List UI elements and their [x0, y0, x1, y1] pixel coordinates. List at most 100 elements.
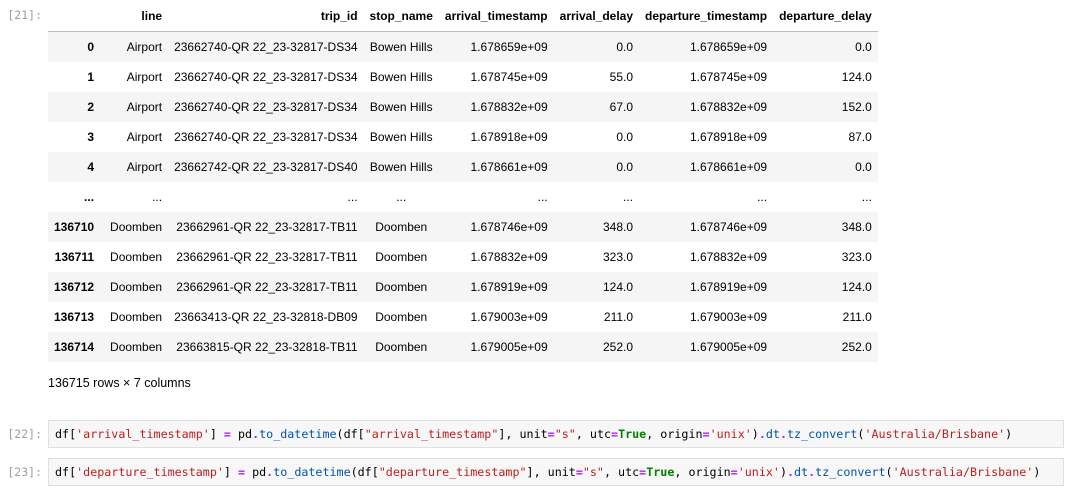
input-prompt-23: [23]: — [7, 465, 42, 479]
column-header-trip-id: trip_id — [168, 0, 364, 32]
row-index: 0 — [87, 40, 95, 54]
index-header — [48, 0, 105, 32]
code-token: , utc — [603, 465, 640, 479]
cell-arr-ts: ... — [537, 190, 548, 204]
code-token: = — [611, 427, 619, 441]
cell-arr-ts: 1.678745e+09 — [470, 70, 548, 84]
cell-dep-delay: 0.0 — [855, 40, 872, 54]
code-token: ) — [1033, 465, 1041, 479]
column-header-line: line — [104, 0, 169, 32]
cell-dep-delay: 124.0 — [841, 280, 872, 294]
code-cell-23[interactable]: df['departure_timestamp'] = pd. to_dateti… — [48, 458, 1064, 486]
cell-arr-delay: 124.0 — [603, 280, 634, 294]
cell-arr-ts: 1.678659e+09 — [470, 40, 548, 54]
column-header-arrival-delay: arrival_delay — [553, 0, 640, 32]
cell-stop-name: Doomben — [375, 310, 428, 324]
cell-trip-id: 23662961-QR 22_23-32817-TB11 — [176, 220, 358, 234]
cell-arr-delay: 0.0 — [616, 130, 634, 144]
table-row: 136711 Doomben 23662961-QR 22_23-32817-TB1… — [48, 242, 878, 272]
row-index: 136713 — [54, 310, 95, 324]
row-index: 136711 — [54, 250, 95, 264]
dataframe-shape: 136715 rows × 7 columns — [48, 376, 191, 390]
table-row: 3 Airport 23662740-QR 22_23-32817-DS34 Bowe… — [48, 122, 878, 152]
code-cell-22[interactable]: df['arrival_timestamp'] = pd. to_datetime… — [48, 420, 1064, 448]
code-token: ) — [1005, 427, 1013, 441]
code-token: 'unix' — [737, 465, 780, 479]
cell-dep-ts: 1.679003e+09 — [689, 310, 768, 324]
table-row: 2 Airport 23662740-QR 22_23-32817-DS34 Bowe… — [48, 92, 878, 122]
code-token: (df[ — [350, 465, 379, 479]
code-token: ] — [223, 465, 238, 479]
cell-line: ... — [152, 190, 163, 204]
code-token: ) — [751, 427, 759, 441]
cell-dep-delay: 0.0 — [855, 160, 872, 174]
cell-line: Doomben — [110, 250, 163, 264]
cell-line: Doomben — [110, 220, 163, 234]
code-token: dt — [794, 465, 809, 479]
cell-dep-ts: 1.678661e+09 — [689, 160, 768, 174]
cell-stop-name: Doomben — [375, 340, 428, 354]
output-prompt-21: [21]: — [7, 8, 42, 22]
table-row: 136713 Doomben 23663413-QR 22_23-32818-DB0… — [48, 302, 878, 332]
cell-dep-delay: 323.0 — [841, 250, 872, 264]
code-token: = — [223, 427, 231, 441]
cell-trip-id: 23662740-QR 22_23-32817-DS34 — [174, 100, 358, 114]
cell-dep-delay: 211.0 — [842, 310, 872, 324]
cell-line: Airport — [126, 130, 163, 144]
code-token: pd — [230, 427, 253, 441]
code-token: ], unit — [498, 427, 548, 441]
column-header-stop-name: stop_name — [363, 0, 439, 32]
cell-trip-id: 23662961-QR 22_23-32817-TB11 — [176, 250, 358, 264]
code-token: = — [547, 427, 555, 441]
dataframe-output: line trip_id stop_name arrival_timestamp… — [48, 0, 878, 362]
cell-dep-delay: 348.0 — [841, 220, 872, 234]
cell-arr-delay: 0.0 — [616, 160, 634, 174]
cell-dep-ts: 1.678919e+09 — [689, 280, 768, 294]
cell-line: Airport — [126, 160, 163, 174]
code-token: ], unit — [526, 465, 576, 479]
cell-dep-delay: 252.0 — [841, 340, 872, 354]
code-token: ( — [885, 465, 893, 479]
code-token: df[ — [55, 465, 77, 479]
code-token: 'Australia/Brisbane' — [864, 427, 1006, 441]
code-token: "s" — [582, 465, 604, 479]
code-token: ) — [779, 465, 787, 479]
cell-stop-name: Doomben — [375, 280, 428, 294]
cell-arr-delay: 323.0 — [603, 250, 634, 264]
row-index: 4 — [87, 160, 95, 174]
code-token: "departure_timestamp" — [378, 465, 527, 479]
cell-arr-ts: 1.678918e+09 — [470, 130, 548, 144]
cell-line: Airport — [126, 40, 163, 54]
code-token: . — [787, 465, 795, 479]
cell-stop-name: ... — [396, 190, 407, 204]
cell-arr-ts: 1.679003e+09 — [470, 310, 548, 324]
cell-trip-id: 23662961-QR 22_23-32817-TB11 — [176, 280, 358, 294]
code-token: . — [758, 427, 766, 441]
code-token: dt — [765, 427, 780, 441]
table-row: ........................ — [48, 182, 878, 212]
code-token: , origin — [646, 427, 703, 441]
cell-dep-ts: ... — [757, 190, 768, 204]
cell-dep-delay: 87.0 — [848, 130, 872, 144]
cell-arr-delay: ... — [623, 190, 634, 204]
code-token: 'unix' — [709, 427, 752, 441]
cell-arr-ts: 1.678661e+09 — [470, 160, 548, 174]
cell-arr-ts: 1.678832e+09 — [470, 100, 548, 114]
cell-stop-name: Bowen Hills — [369, 160, 433, 174]
row-index: 136710 — [54, 220, 95, 234]
code-token: 'arrival_timestamp' — [76, 427, 210, 441]
code-token: True — [618, 427, 647, 441]
row-index: 1 — [87, 70, 95, 84]
cell-dep-ts: 1.678832e+09 — [689, 250, 768, 264]
cell-arr-delay: 348.0 — [603, 220, 634, 234]
cell-arr-ts: 1.678832e+09 — [470, 250, 548, 264]
cell-trip-id: 23663815-QR 22_23-32818-TB11 — [176, 340, 358, 354]
dataframe-table: line trip_id stop_name arrival_timestamp… — [48, 0, 878, 362]
row-index: 136714 — [54, 340, 95, 354]
code-token: True — [646, 465, 675, 479]
cell-arr-delay: 55.0 — [609, 70, 634, 84]
row-index: 3 — [87, 130, 95, 144]
code-token: = — [730, 465, 738, 479]
cell-trip-id: 23662740-QR 22_23-32817-DS34 — [174, 70, 358, 84]
table-row: 0 Airport 23662740-QR 22_23-32817-DS34 Bowe… — [48, 31, 878, 62]
